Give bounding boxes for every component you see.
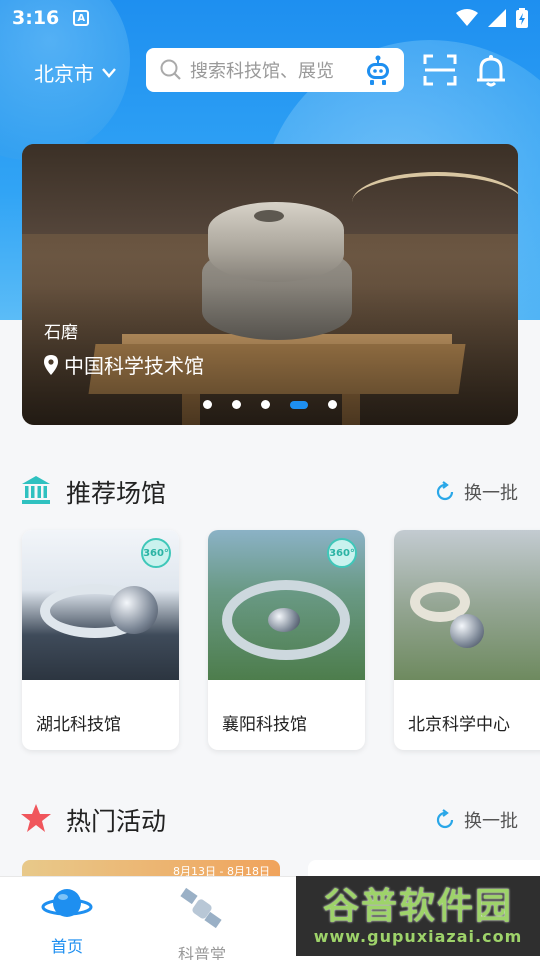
- carousel-indicator: [22, 400, 518, 409]
- 360-view-icon: 360°: [141, 538, 171, 568]
- banner-title: 石磨: [44, 323, 78, 343]
- venue-name: 北京科学中心: [408, 715, 510, 735]
- planet-home-icon: [41, 889, 93, 917]
- top-bar: 北京市 搜索科技馆、展览: [0, 46, 540, 94]
- activities-refresh-button[interactable]: 换一批: [434, 807, 518, 833]
- search-input[interactable]: 搜索科技馆、展览: [146, 48, 404, 92]
- satellite-icon: [180, 887, 222, 929]
- carousel-dot[interactable]: [203, 400, 212, 409]
- tab-popular-science[interactable]: 科普堂: [157, 887, 247, 960]
- banner-location: 中国科学技术馆: [44, 350, 204, 379]
- refresh-label: 换一批: [464, 811, 518, 832]
- featured-banner[interactable]: 石磨 中国科学技术馆: [22, 144, 518, 425]
- venue-dome: [268, 608, 300, 632]
- status-bar: 3:16 A: [0, 0, 540, 36]
- venue-card[interactable]: 360° 湖北科技馆: [22, 530, 179, 750]
- notification-a-icon: A: [73, 10, 90, 26]
- tab-label: 科普堂: [177, 945, 226, 960]
- banner-location-label: 中国科学技术馆: [64, 354, 204, 378]
- venue-list: 360° 湖北科技馆 360° 襄阳科技馆 北京科学中心: [22, 530, 540, 752]
- battery-icon: [516, 8, 528, 28]
- refresh-icon: [436, 809, 454, 829]
- section-title: 推荐场馆: [66, 479, 167, 508]
- location-pin-icon: [44, 354, 58, 375]
- star-icon: [21, 804, 51, 832]
- refresh-label: 换一批: [464, 483, 518, 504]
- carousel-dot[interactable]: [261, 400, 270, 409]
- museum-icon: [22, 476, 50, 504]
- venue-sphere: [450, 614, 484, 648]
- tab-home[interactable]: 首页: [22, 887, 112, 957]
- venue-name: 襄阳科技馆: [222, 715, 307, 735]
- millstone-hole: [254, 210, 284, 222]
- watermark-logo: 谷普软件园 www.gupuxiazai.com: [296, 876, 540, 956]
- 360-view-icon: 360°: [327, 538, 357, 568]
- watermark-url: www.gupuxiazai.com: [313, 926, 523, 946]
- venue-card[interactable]: 北京科学中心: [394, 530, 540, 750]
- watermark-title: 谷普软件园: [322, 885, 513, 927]
- search-icon: [160, 59, 181, 80]
- chevron-down-icon: [102, 67, 116, 78]
- city-selector[interactable]: 北京市: [34, 58, 116, 87]
- bell-icon[interactable]: [475, 54, 507, 88]
- venue-name: 湖北科技馆: [36, 715, 121, 735]
- wifi-icon: [456, 9, 478, 26]
- venue-card[interactable]: 360° 襄阳科技馆: [208, 530, 365, 750]
- status-time: 3:16: [12, 7, 60, 29]
- venue-image: [394, 530, 540, 680]
- search-placeholder: 搜索科技馆、展览: [190, 61, 334, 82]
- tab-label: 首页: [50, 937, 83, 956]
- refresh-icon: [436, 481, 454, 501]
- hot-activities-section-header: 热门活动 换一批: [0, 798, 540, 838]
- scan-icon[interactable]: [423, 54, 457, 86]
- carousel-dot[interactable]: [290, 400, 308, 409]
- recommended-refresh-button[interactable]: 换一批: [434, 479, 518, 505]
- carousel-dot[interactable]: [232, 400, 241, 409]
- signal-icon: [488, 9, 506, 27]
- robot-assistant-icon[interactable]: [364, 54, 392, 86]
- rope-decoration: [352, 172, 518, 232]
- carousel-dot[interactable]: [328, 400, 337, 409]
- recommended-section-header: 推荐场馆 换一批: [0, 470, 540, 510]
- city-label: 北京市: [34, 62, 94, 86]
- section-title: 热门活动: [66, 807, 167, 836]
- venue-sphere: [110, 586, 158, 634]
